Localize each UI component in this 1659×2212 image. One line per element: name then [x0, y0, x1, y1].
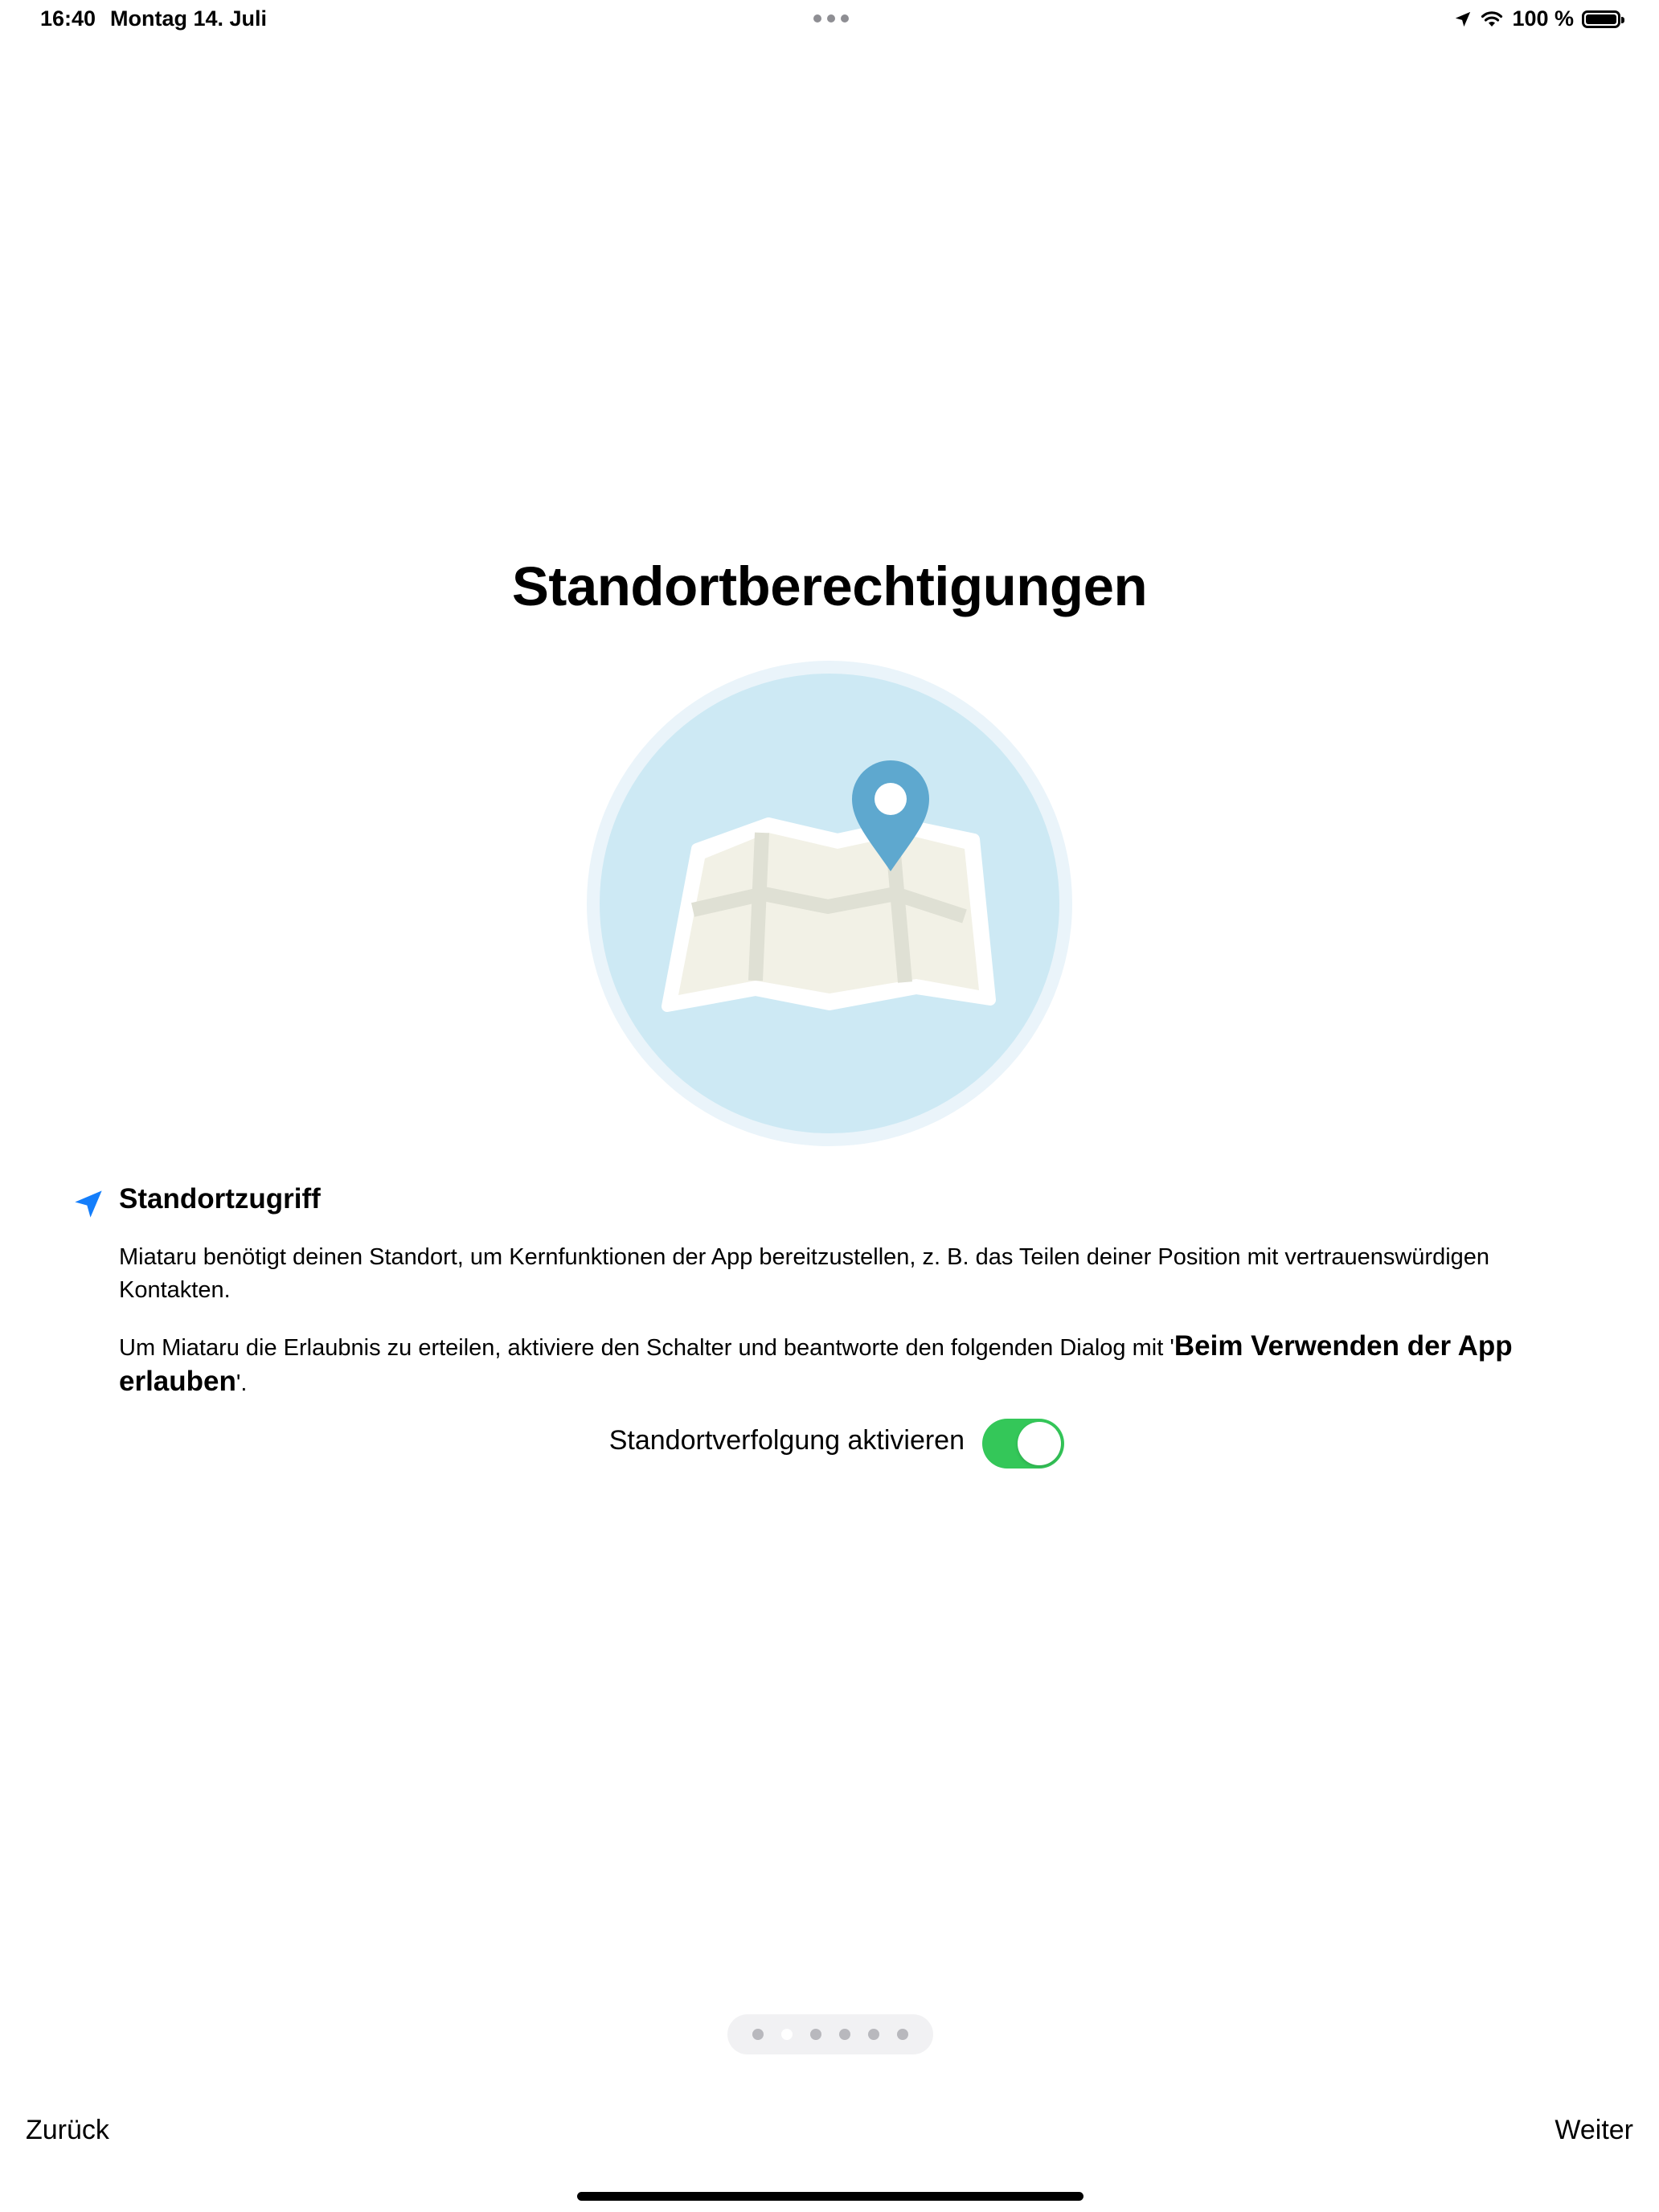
page-dot[interactable]: [839, 2029, 850, 2040]
location-tracking-label: Standortverfolgung aktivieren: [608, 1425, 965, 1456]
map-icon: [662, 817, 996, 1012]
wifi-icon: [1481, 10, 1503, 27]
location-tracking-toggle[interactable]: [982, 1419, 1064, 1469]
back-button[interactable]: Zurück: [26, 2115, 109, 2146]
description-paragraph: Miataru benötigt deinen Standort, um Ker…: [119, 1244, 1490, 1303]
page-dot-current[interactable]: [781, 2029, 793, 2040]
status-indicators: 100 %: [1454, 6, 1624, 31]
page-dot[interactable]: [897, 2029, 908, 2040]
page-title: Standortberechtigungen: [511, 555, 1148, 617]
section-title: Standortzugriff: [119, 1183, 321, 1215]
multitasking-dots-icon[interactable]: [813, 14, 849, 24]
instruction-suffix: '.: [236, 1370, 248, 1396]
next-button[interactable]: Weiter: [1555, 2115, 1633, 2146]
status-time: 16:40: [40, 6, 96, 31]
page-dot[interactable]: [752, 2029, 764, 2040]
home-indicator[interactable]: [577, 2192, 1083, 2201]
status-date: Montag 14. Juli: [110, 6, 268, 31]
location-arrow-icon: [1456, 11, 1471, 27]
status-bar: 16:40 Montag 14. Juli 100 %: [0, 0, 1659, 39]
page-dot[interactable]: [868, 2029, 879, 2040]
battery-icon: [1582, 10, 1624, 28]
instruction-paragraph: Um Miataru die Erlaubnis zu erteilen, ak…: [119, 1329, 1598, 1400]
battery-percentage: 100 %: [1512, 6, 1574, 31]
instruction-prefix: Um Miataru die Erlaubnis zu erteilen, ak…: [119, 1335, 1174, 1361]
page-dot[interactable]: [810, 2029, 821, 2040]
toggle-knob: [1018, 1422, 1061, 1465]
location-arrow-icon: [75, 1190, 102, 1218]
map-illustration: [587, 661, 1072, 1146]
page-indicator[interactable]: [727, 2014, 933, 2054]
